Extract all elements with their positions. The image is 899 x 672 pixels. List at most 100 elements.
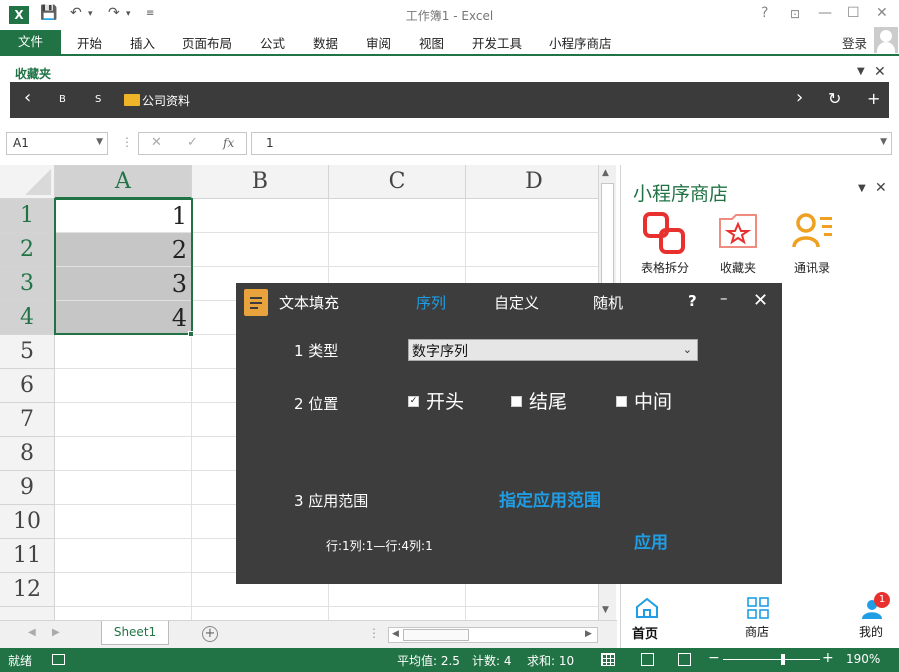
row-header[interactable]: 9 xyxy=(0,471,55,505)
row-header[interactable]: 12 xyxy=(0,573,55,607)
specify-range-button[interactable]: 指定应用范围 xyxy=(499,486,601,511)
favorites-close-icon[interactable]: ✕ xyxy=(874,64,886,80)
app-favorites[interactable]: 收藏夹 xyxy=(703,211,773,277)
name-box[interactable]: A1 ▼ xyxy=(6,132,108,155)
row-header[interactable]: 1 xyxy=(0,199,55,233)
ribbon-display-icon[interactable]: ⊡ xyxy=(790,7,800,21)
login-link[interactable]: 登录 xyxy=(842,33,867,52)
app-table-split[interactable]: 表格拆分 xyxy=(630,211,700,277)
position-start-checkbox[interactable]: ✓ 开头 xyxy=(408,387,488,413)
row-header[interactable]: 8 xyxy=(0,437,55,471)
position-end-checkbox[interactable]: 结尾 xyxy=(511,387,591,413)
contacts-icon xyxy=(792,213,832,248)
normal-view-icon[interactable] xyxy=(601,653,615,666)
sheet-next-icon[interactable]: ▶ xyxy=(52,627,60,638)
formula-value: 1 xyxy=(266,136,274,150)
scroll-up-icon[interactable]: ▲ xyxy=(602,168,609,178)
page-break-view-icon[interactable] xyxy=(678,653,691,666)
row-header[interactable]: 7 xyxy=(0,403,55,437)
favorites-refresh-button[interactable]: ↻ xyxy=(828,89,841,108)
favorites-s-button[interactable]: S xyxy=(95,94,101,105)
column-header[interactable]: D xyxy=(466,165,598,199)
dialog-close-button[interactable]: ✕ xyxy=(753,290,768,311)
zoom-level[interactable]: 190% xyxy=(846,652,880,666)
tab-page-layout[interactable]: 页面布局 xyxy=(182,33,232,52)
column-header[interactable]: C xyxy=(329,165,466,199)
tab-sequence[interactable]: 序列 xyxy=(416,292,446,313)
page-layout-view-icon[interactable] xyxy=(641,653,654,666)
add-sheet-button[interactable]: + xyxy=(202,626,218,642)
column-header[interactable]: A xyxy=(55,165,192,199)
fill-handle[interactable] xyxy=(188,331,194,337)
doc-line xyxy=(250,307,258,309)
horizontal-scrollbar[interactable]: ◀ ▶ xyxy=(388,627,598,643)
avatar[interactable] xyxy=(874,27,898,53)
tab-view[interactable]: 视图 xyxy=(419,33,444,52)
macro-record-icon[interactable] xyxy=(52,654,65,665)
row-header[interactable]: 11 xyxy=(0,539,55,573)
row-header[interactable]: 6 xyxy=(0,369,55,403)
zoom-slider-thumb[interactable] xyxy=(781,654,785,665)
app-contacts[interactable]: 通讯录 xyxy=(777,211,847,277)
row-header-partial[interactable] xyxy=(0,607,55,620)
select-all-corner[interactable] xyxy=(0,165,55,199)
close-button[interactable]: ✕ xyxy=(876,5,888,21)
favorites-folder[interactable]: 公司资料 xyxy=(142,92,190,109)
scroll-right-icon[interactable]: ▶ xyxy=(585,629,592,639)
restore-button[interactable]: ☐ xyxy=(847,5,860,21)
dialog-help-button[interactable]: ? xyxy=(688,292,697,310)
panel-close-icon[interactable]: ✕ xyxy=(875,180,887,196)
tab-file[interactable]: 文件 xyxy=(0,30,61,54)
h-scroll-thumb[interactable] xyxy=(403,629,469,641)
favorites-add-button[interactable]: + xyxy=(867,89,880,108)
tab-data[interactable]: 数据 xyxy=(313,33,338,52)
dialog-minimize-button[interactable]: – xyxy=(720,289,728,307)
tab-random[interactable]: 随机 xyxy=(593,292,623,313)
status-average: 平均值: 2.5 xyxy=(397,654,460,668)
tab-mini-store[interactable]: 小程序商店 xyxy=(549,33,612,52)
status-ready: 就绪 xyxy=(8,654,33,668)
zoom-in-icon[interactable]: + xyxy=(822,650,834,666)
tab-review[interactable]: 审阅 xyxy=(366,33,391,52)
zoom-out-icon[interactable]: − xyxy=(708,650,720,666)
row-header[interactable]: 3 xyxy=(0,267,55,301)
tab-formulas[interactable]: 公式 xyxy=(260,33,285,52)
favorites-forward-button[interactable]: › xyxy=(796,87,803,108)
enter-formula-button[interactable]: ✓ xyxy=(187,135,198,150)
favorites-back-button[interactable]: ‹ xyxy=(24,87,31,108)
tab-home[interactable]: 开始 xyxy=(77,33,102,52)
sheet-tab-sheet1[interactable]: Sheet1 xyxy=(101,621,169,645)
nav-home[interactable]: 首页 xyxy=(627,595,667,643)
help-button[interactable]: ? xyxy=(761,5,768,21)
favorites-collapse-icon[interactable]: ▼ xyxy=(857,66,865,77)
formula-expand-icon[interactable]: ▼ xyxy=(880,137,887,147)
row-header[interactable]: 5 xyxy=(0,335,55,369)
sheet-prev-icon[interactable]: ◀ xyxy=(28,627,36,638)
apply-button[interactable]: 应用 xyxy=(634,528,668,553)
formula-bar-grip-icon: ⋮ xyxy=(121,135,133,149)
app-label: 收藏夹 xyxy=(719,261,756,275)
status-sum: 求和: 10 xyxy=(527,654,575,668)
nav-store[interactable]: 商店 xyxy=(739,595,779,643)
favorites-b-button[interactable]: B xyxy=(59,94,66,105)
zoom-slider[interactable] xyxy=(723,654,820,665)
tab-developer[interactable]: 开发工具 xyxy=(472,33,522,52)
column-header[interactable]: B xyxy=(192,165,329,199)
insert-function-button[interactable]: fx xyxy=(223,136,234,150)
tab-splitter-icon[interactable]: ⋮ xyxy=(368,626,380,640)
formula-input[interactable]: 1 ▼ xyxy=(251,132,892,155)
minimize-button[interactable]: — xyxy=(818,5,832,21)
row-header[interactable]: 4 xyxy=(0,301,55,335)
chevron-down-icon[interactable]: ▼ xyxy=(96,137,103,147)
scroll-left-icon[interactable]: ◀ xyxy=(392,629,399,639)
tab-custom[interactable]: 自定义 xyxy=(494,292,539,313)
row-header[interactable]: 10 xyxy=(0,505,55,539)
scroll-down-icon[interactable]: ▼ xyxy=(602,605,609,615)
row-header[interactable]: 2 xyxy=(0,233,55,267)
panel-collapse-icon[interactable]: ▼ xyxy=(858,183,866,194)
tab-insert[interactable]: 插入 xyxy=(130,33,155,52)
cancel-formula-button[interactable]: ✕ xyxy=(151,135,162,150)
nav-mine[interactable]: 1 我的 xyxy=(853,592,897,643)
position-middle-checkbox[interactable]: 中间 xyxy=(616,387,696,413)
type-select[interactable]: 数字序列 ⌄ xyxy=(408,339,698,361)
